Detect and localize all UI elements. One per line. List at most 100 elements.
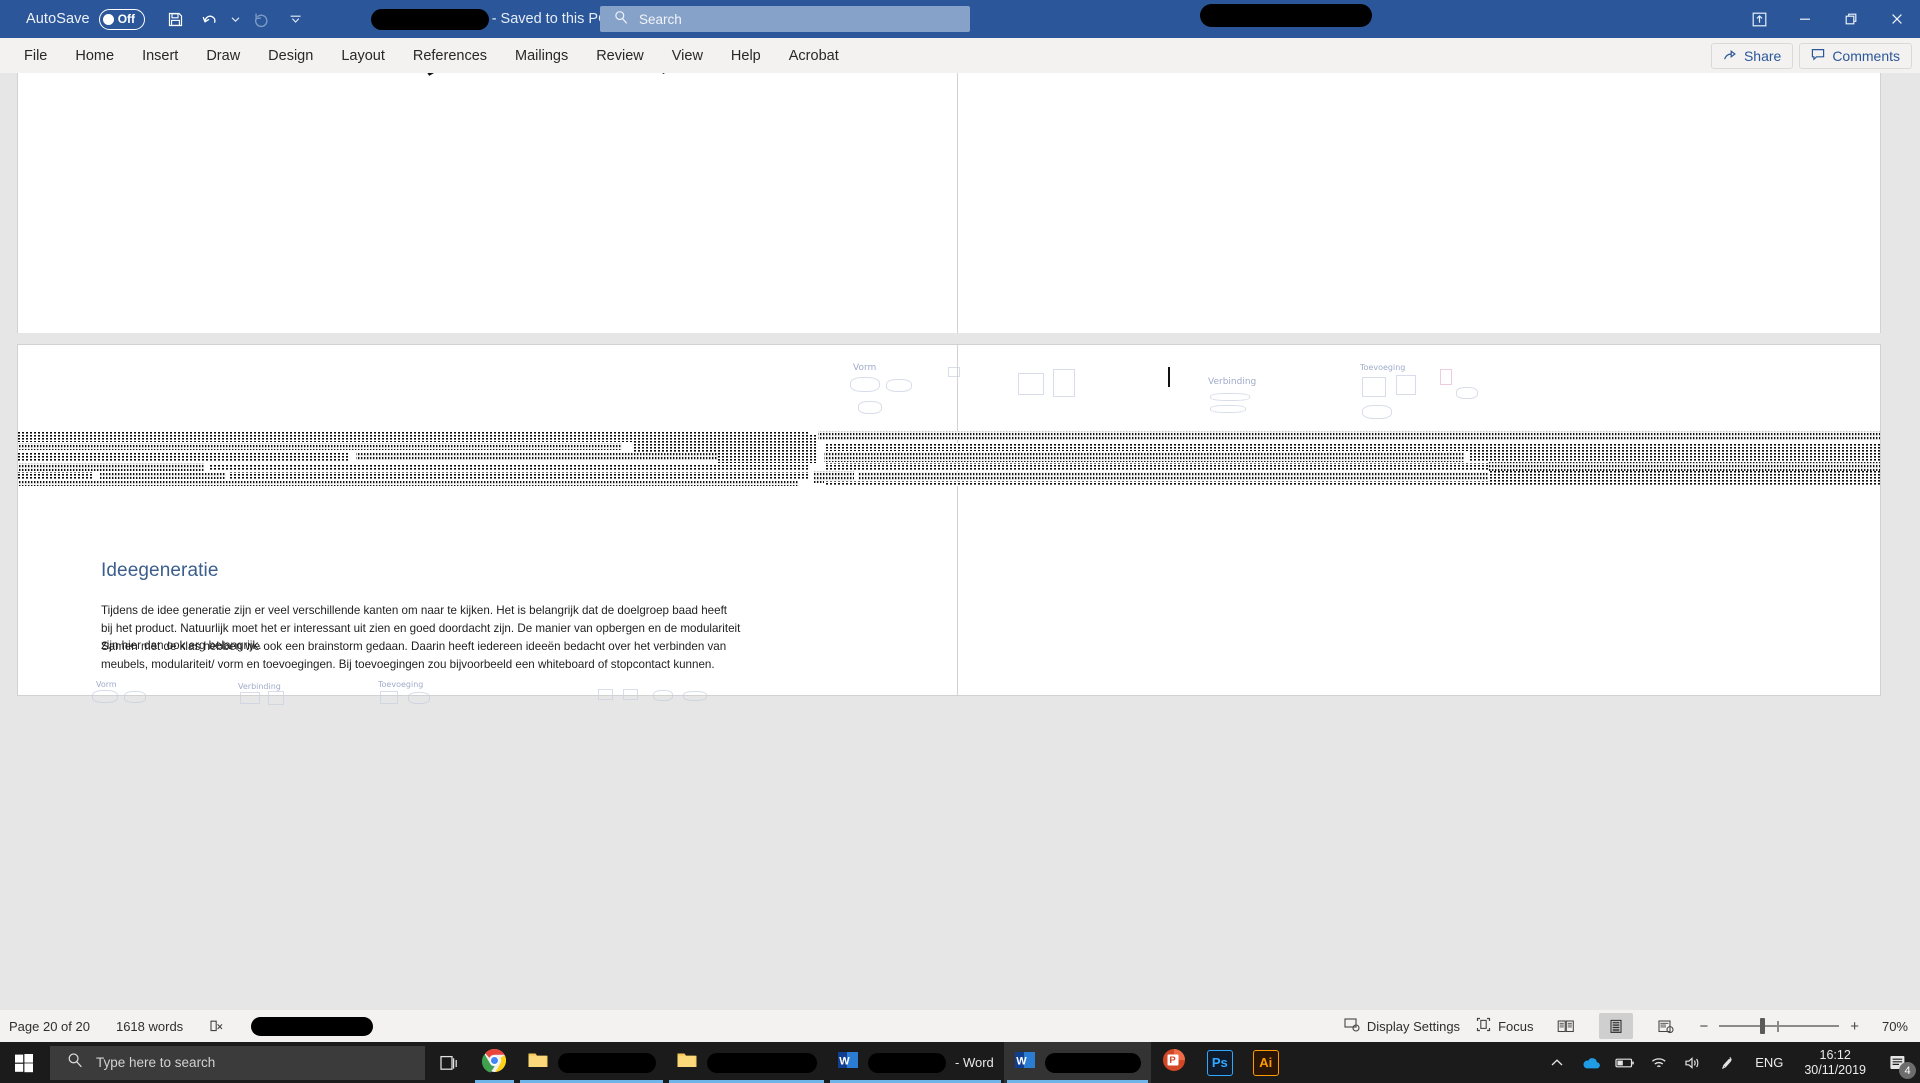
tab-draw[interactable]: Draw <box>192 38 254 73</box>
display-settings-icon <box>1344 1017 1360 1035</box>
taskbar-word-button-active[interactable]: W <box>1003 1042 1151 1083</box>
taskbar-illustrator-button[interactable]: Ai <box>1243 1042 1289 1083</box>
document-page-19b[interactable] <box>958 73 1880 333</box>
powerpoint-icon: P <box>1161 1047 1187 1078</box>
redacted-window-title <box>1044 1052 1141 1073</box>
zoom-level[interactable]: 70% <box>1870 1019 1908 1034</box>
illustrator-icon: Ai <box>1252 1049 1279 1076</box>
wifi-icon[interactable] <box>1642 1042 1676 1083</box>
redacted-document-name <box>370 8 489 30</box>
title-bar: AutoSave Off - Saved to this PC Search <box>0 0 1920 38</box>
save-icon[interactable] <box>161 5 191 33</box>
focus-button[interactable]: Focus <box>1476 1017 1533 1035</box>
customize-qat-icon[interactable] <box>281 5 311 33</box>
tab-file[interactable]: File <box>10 38 61 73</box>
tab-acrobat[interactable]: Acrobat <box>775 38 853 73</box>
taskbar-explorer-button-1[interactable] <box>517 1042 666 1083</box>
ribbon-display-options-icon[interactable] <box>1736 0 1782 38</box>
minimize-icon[interactable] <box>1782 0 1828 38</box>
word-application-window: AutoSave Off - Saved to this PC Search F… <box>0 0 1920 1083</box>
display-settings-button[interactable]: Display Settings <box>1344 1017 1460 1035</box>
onedrive-icon[interactable] <box>1574 1042 1608 1083</box>
ribbon-tab-bar: File Home Insert Draw Design Layout Refe… <box>0 38 1920 73</box>
share-icon <box>1723 48 1737 64</box>
share-button[interactable]: Share <box>1710 42 1794 69</box>
focus-label: Focus <box>1498 1018 1534 1034</box>
taskbar-word-label: - Word <box>955 1055 994 1070</box>
taskbar-photoshop-button[interactable]: Ps <box>1197 1042 1243 1083</box>
svg-text:P: P <box>1169 1055 1176 1066</box>
redacted-window-title <box>558 1052 656 1073</box>
taskbar-search-placeholder: Type here to search <box>96 1055 216 1070</box>
taskbar-explorer-button-2[interactable] <box>666 1042 827 1083</box>
windows-start-icon[interactable] <box>0 1042 48 1083</box>
document-page-20b[interactable]: Vorm Verbinding Toevoeging <box>850 345 1880 695</box>
folder-icon <box>676 1050 698 1075</box>
page-gap <box>0 333 1920 345</box>
paragraph-2: Samen met de klas hebben we ook een brai… <box>101 640 727 671</box>
restore-icon[interactable] <box>1828 0 1874 38</box>
comment-icon <box>1811 48 1825 64</box>
document-canvas[interactable]: SANI SANT Ideegeneratie Tijdens de idee … <box>0 73 1920 1010</box>
taskbar-search-input[interactable]: Type here to search <box>50 1045 425 1080</box>
zoom-out-button[interactable]: − <box>1699 1018 1708 1035</box>
page-indicator[interactable]: Page 20 of 20 <box>9 1019 90 1034</box>
redacted-language-status[interactable] <box>251 1016 374 1036</box>
clock[interactable]: 16:12 30/11/2019 <box>1794 1048 1876 1078</box>
svg-text:W: W <box>839 1056 850 1068</box>
pen-icon[interactable] <box>1710 1042 1744 1083</box>
document-page-19[interactable]: SANI SANT <box>18 73 958 333</box>
tab-help[interactable]: Help <box>717 38 775 73</box>
autosave-toggle[interactable]: Off <box>98 8 145 30</box>
taskbar-word-button[interactable]: W - Word <box>827 1042 1004 1083</box>
close-icon[interactable] <box>1874 0 1920 38</box>
svg-text:W: W <box>1016 1056 1027 1068</box>
sketch-thumbnail-strip-right: Vorm Verbinding Toevoeging <box>850 345 1880 505</box>
task-view-icon[interactable] <box>425 1042 472 1083</box>
save-state-label: - Saved to this PC <box>491 11 609 27</box>
show-hidden-icons-icon[interactable] <box>1540 1042 1574 1083</box>
tab-view[interactable]: View <box>658 38 717 73</box>
proofing-errors-icon[interactable] <box>209 1019 225 1034</box>
search-input[interactable]: Search <box>600 6 970 32</box>
zoom-in-button[interactable]: + <box>1850 1018 1859 1035</box>
print-layout-icon[interactable] <box>1599 1013 1634 1039</box>
tab-references[interactable]: References <box>399 38 501 73</box>
comments-label: Comments <box>1832 47 1900 64</box>
zoom-control[interactable]: − + 70% <box>1699 1018 1908 1035</box>
language-indicator[interactable]: ENG <box>1744 1055 1794 1070</box>
tab-insert[interactable]: Insert <box>128 38 192 73</box>
tab-home[interactable]: Home <box>61 38 128 73</box>
document-page-20[interactable]: Ideegeneratie Tijdens de idee generatie … <box>18 345 958 705</box>
read-mode-icon[interactable] <box>1549 1013 1583 1039</box>
undo-dropdown-icon[interactable] <box>229 5 243 33</box>
page-heading: Ideegeneratie <box>101 560 219 581</box>
undo-icon[interactable] <box>195 5 225 33</box>
autosave-control[interactable]: AutoSave Off <box>26 8 145 30</box>
document-title[interactable]: - Saved to this PC <box>370 8 609 30</box>
word-count[interactable]: 1618 words <box>116 1019 183 1034</box>
web-layout-icon[interactable] <box>1649 1013 1683 1039</box>
status-bar: Page 20 of 20 1618 words Display Setting… <box>0 1010 1920 1042</box>
battery-icon[interactable] <box>1608 1042 1642 1083</box>
redacted-account-name[interactable] <box>1200 4 1372 27</box>
redacted-window-title <box>707 1052 817 1073</box>
comments-button[interactable]: Comments <box>1799 42 1912 69</box>
zoom-slider-thumb[interactable] <box>1760 1018 1766 1034</box>
taskbar-powerpoint-button[interactable]: P <box>1151 1042 1197 1083</box>
display-settings-label: Display Settings <box>1366 1018 1461 1034</box>
zoom-midpoint-tick <box>1777 1020 1779 1032</box>
redo-icon[interactable] <box>247 5 277 33</box>
action-center-icon[interactable]: 4 <box>1876 1042 1920 1083</box>
tab-mailings[interactable]: Mailings <box>501 38 582 73</box>
folder-icon <box>527 1050 549 1075</box>
taskbar-chrome-button[interactable] <box>472 1042 517 1083</box>
tab-review[interactable]: Review <box>582 38 658 73</box>
zoom-slider[interactable] <box>1719 1018 1840 1034</box>
tab-layout[interactable]: Layout <box>327 38 399 73</box>
window-controls <box>1736 0 1920 38</box>
volume-icon[interactable] <box>1676 1042 1710 1083</box>
sketch-thumbnail-strip-left: Vorm Verbinding Toevoeging <box>78 680 838 706</box>
search-placeholder: Search <box>639 11 682 27</box>
tab-design[interactable]: Design <box>254 38 327 73</box>
